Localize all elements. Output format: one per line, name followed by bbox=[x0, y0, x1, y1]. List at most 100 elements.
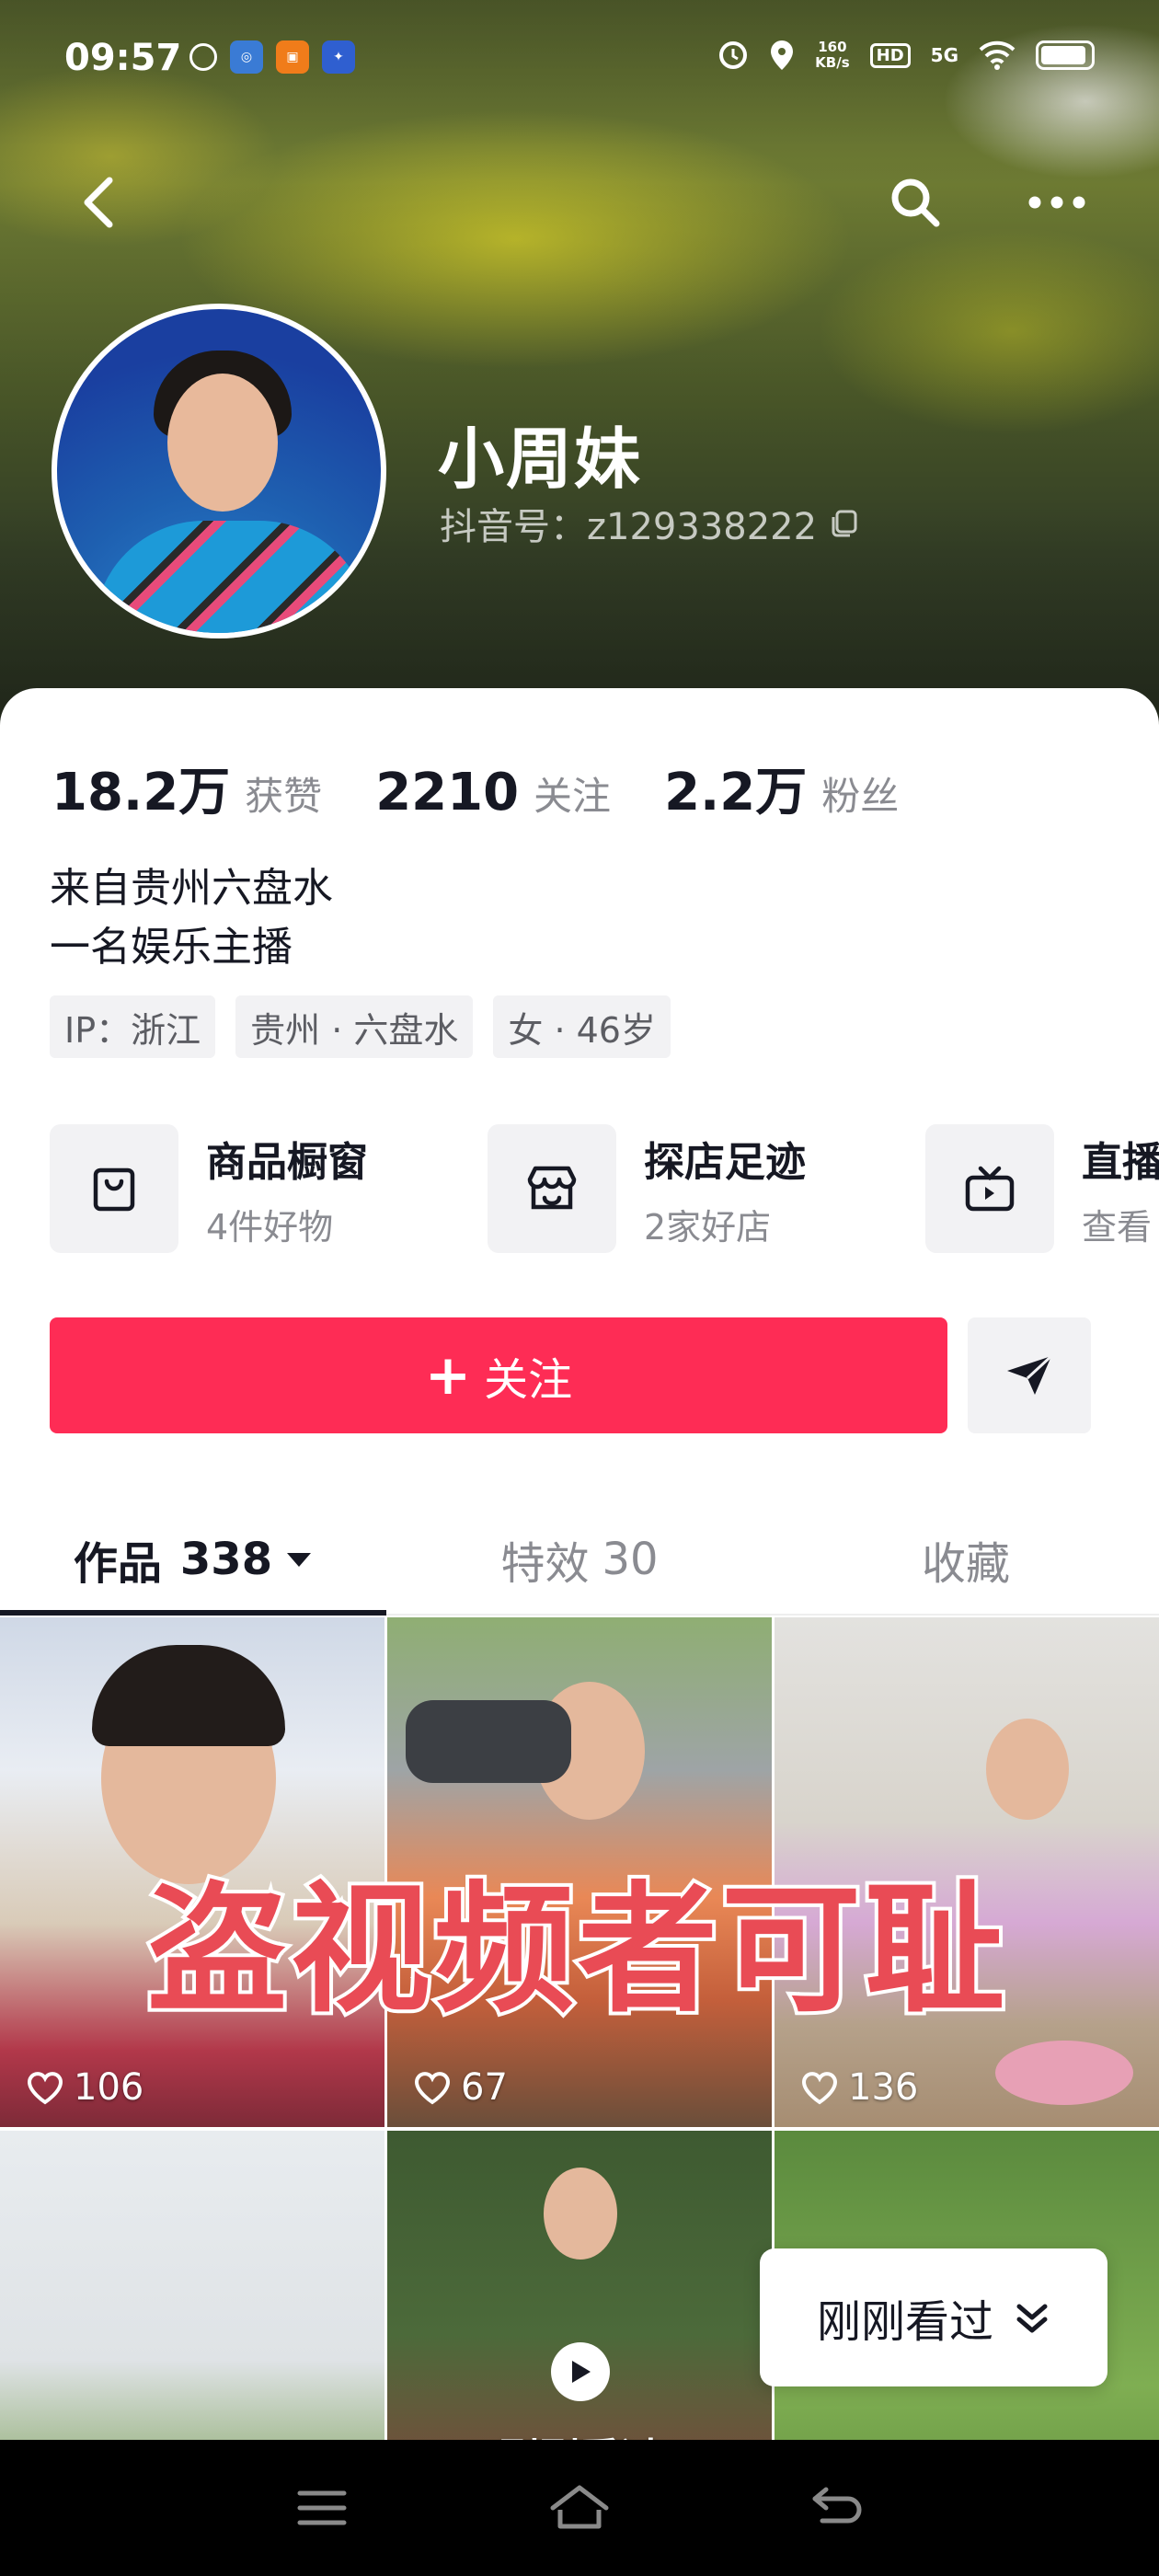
recently-watched-button[interactable]: 刚刚看过 bbox=[760, 2248, 1107, 2386]
feature-text: 探店足迹 2家好店 bbox=[644, 1129, 806, 1249]
douyin-id-text: 抖音号：z129338222 bbox=[440, 506, 818, 548]
tab-works[interactable]: 作品 338 bbox=[0, 1505, 386, 1616]
status-bar: 09:57 ◎ ▣ ✦ 160 KB/s HD 5G bbox=[0, 28, 1159, 92]
app-notification-icon: ◎ bbox=[230, 40, 263, 74]
avatar-face bbox=[167, 374, 278, 512]
feature-store-visits[interactable]: 探店足迹 2家好店 bbox=[488, 1124, 925, 1253]
heart-icon bbox=[414, 2072, 451, 2105]
stats-row: 18.2万 获赞 2210 关注 2.2万 粉丝 bbox=[52, 751, 952, 825]
system-nav-bar bbox=[0, 2440, 1159, 2576]
feature-subtitle: 4件好物 bbox=[206, 1206, 334, 1248]
top-nav bbox=[0, 161, 1159, 244]
leaf-icon bbox=[189, 43, 217, 71]
heart-icon bbox=[801, 2072, 838, 2105]
thumbnail-basin bbox=[995, 2041, 1133, 2105]
plus-icon: + bbox=[424, 1343, 472, 1408]
status-right-icons: 160 KB/s HD 5G bbox=[717, 39, 1095, 72]
feature-subtitle: 2家好店 bbox=[644, 1206, 772, 1248]
send-message-button[interactable] bbox=[968, 1317, 1091, 1433]
app-notification-icon: ▣ bbox=[276, 40, 309, 74]
status-notification-icons: ◎ ▣ ✦ bbox=[189, 40, 355, 74]
location-icon bbox=[771, 40, 794, 70]
tag-ip-location: IP：浙江 bbox=[50, 995, 216, 1058]
play-icon bbox=[551, 2342, 610, 2401]
watermark-text: 盗视频者可耻 bbox=[143, 1865, 1008, 2035]
more-dots-icon bbox=[1028, 196, 1085, 209]
paper-plane-icon bbox=[1007, 1354, 1053, 1395]
hd-badge: HD bbox=[869, 42, 911, 68]
search-button[interactable] bbox=[874, 161, 957, 244]
back-arrow-icon bbox=[84, 177, 113, 228]
like-count-value: 106 bbox=[74, 2066, 144, 2109]
feature-live[interactable]: 直播 查看 bbox=[925, 1124, 1159, 1253]
stat-value: 2210 bbox=[375, 763, 520, 822]
stat-value: 18.2万 bbox=[52, 763, 231, 822]
home-icon bbox=[550, 2485, 609, 2529]
system-back-button[interactable] bbox=[782, 2440, 892, 2576]
heart-icon bbox=[27, 2072, 63, 2105]
video-grid: 106 67 136 刚刚看过 bbox=[0, 1617, 1159, 2576]
thumbnail-person bbox=[544, 2168, 617, 2260]
douyin-id[interactable]: 抖音号：z129338222 bbox=[440, 497, 859, 550]
stat-followers[interactable]: 2.2万 粉丝 bbox=[664, 751, 899, 825]
bio-line: 来自贵州六盘水 bbox=[50, 865, 333, 912]
tab-count: 338 bbox=[179, 1534, 273, 1585]
network-type: 5G bbox=[930, 44, 958, 66]
stat-value: 2.2万 bbox=[664, 763, 808, 822]
feature-icon-box bbox=[50, 1124, 178, 1253]
return-icon bbox=[812, 2487, 862, 2524]
store-icon bbox=[527, 1166, 577, 1210]
bio-line: 一名娱乐主播 bbox=[50, 924, 293, 971]
tag-hometown: 贵州 · 六盘水 bbox=[235, 995, 474, 1058]
copy-icon[interactable] bbox=[828, 508, 859, 539]
stat-likes[interactable]: 18.2万 获赞 bbox=[52, 751, 322, 825]
feature-title: 直播 bbox=[1082, 1138, 1159, 1186]
net-speed-value: 160 bbox=[818, 39, 847, 55]
feature-icon-box bbox=[925, 1124, 1054, 1253]
feature-entries: 商品橱窗 4件好物 探店足迹 2家好店 直播 查看 bbox=[50, 1124, 1159, 1253]
app-notification-icon: ✦ bbox=[322, 40, 355, 74]
battery-icon bbox=[1036, 40, 1095, 70]
feature-title: 探店足迹 bbox=[644, 1138, 806, 1186]
net-speed: 160 KB/s bbox=[815, 40, 849, 71]
avatar[interactable] bbox=[52, 304, 386, 638]
feature-icon-box bbox=[488, 1124, 616, 1253]
menu-icon bbox=[297, 2490, 347, 2525]
tag-gender-age: 女 · 46岁 bbox=[493, 995, 671, 1058]
tab-label: 作品 bbox=[73, 1538, 162, 1590]
tab-effects[interactable]: 特效 30 bbox=[386, 1505, 773, 1614]
alarm-icon bbox=[719, 41, 748, 69]
profile-name: 小周妹 bbox=[438, 420, 643, 498]
follow-label: 关注 bbox=[484, 1354, 573, 1406]
stat-label: 关注 bbox=[534, 774, 612, 819]
shopping-bag-icon bbox=[93, 1167, 135, 1212]
thumbnail-person bbox=[986, 1719, 1069, 1820]
feature-product-window[interactable]: 商品橱窗 4件好物 bbox=[50, 1124, 488, 1253]
thumbnail-hair bbox=[92, 1645, 285, 1746]
content-tabs: 作品 338 特效 30 收藏 bbox=[0, 1505, 1159, 1616]
feature-title: 商品橱窗 bbox=[206, 1138, 368, 1186]
tab-favorites[interactable]: 收藏 bbox=[773, 1505, 1159, 1614]
stat-label: 粉丝 bbox=[821, 774, 900, 819]
avatar-clothing bbox=[94, 521, 370, 633]
home-button[interactable] bbox=[524, 2440, 635, 2576]
like-count: 106 bbox=[26, 2066, 143, 2109]
tab-count: 30 bbox=[602, 1534, 659, 1585]
like-count-value: 67 bbox=[461, 2066, 508, 2109]
status-time: 09:57 bbox=[64, 37, 182, 79]
search-icon bbox=[891, 178, 940, 227]
follow-button[interactable]: + 关注 bbox=[50, 1317, 947, 1433]
like-count-value: 136 bbox=[848, 2066, 919, 2109]
bio: 来自贵州六盘水 一名娱乐主播 bbox=[50, 859, 333, 977]
recent-apps-button[interactable] bbox=[267, 2440, 377, 2576]
wifi-icon bbox=[979, 40, 1016, 70]
tab-label: 特效 bbox=[500, 1538, 590, 1590]
caret-down-icon[interactable] bbox=[285, 1550, 313, 1569]
more-button[interactable] bbox=[1016, 161, 1098, 244]
double-chevron-down-icon bbox=[1016, 2304, 1048, 2333]
net-speed-unit: KB/s bbox=[815, 54, 850, 71]
back-button[interactable] bbox=[57, 161, 140, 244]
thumbnail-car bbox=[406, 1700, 571, 1783]
recently-watched-label: 刚刚看过 bbox=[816, 2296, 993, 2348]
stat-following[interactable]: 2210 关注 bbox=[375, 763, 611, 822]
